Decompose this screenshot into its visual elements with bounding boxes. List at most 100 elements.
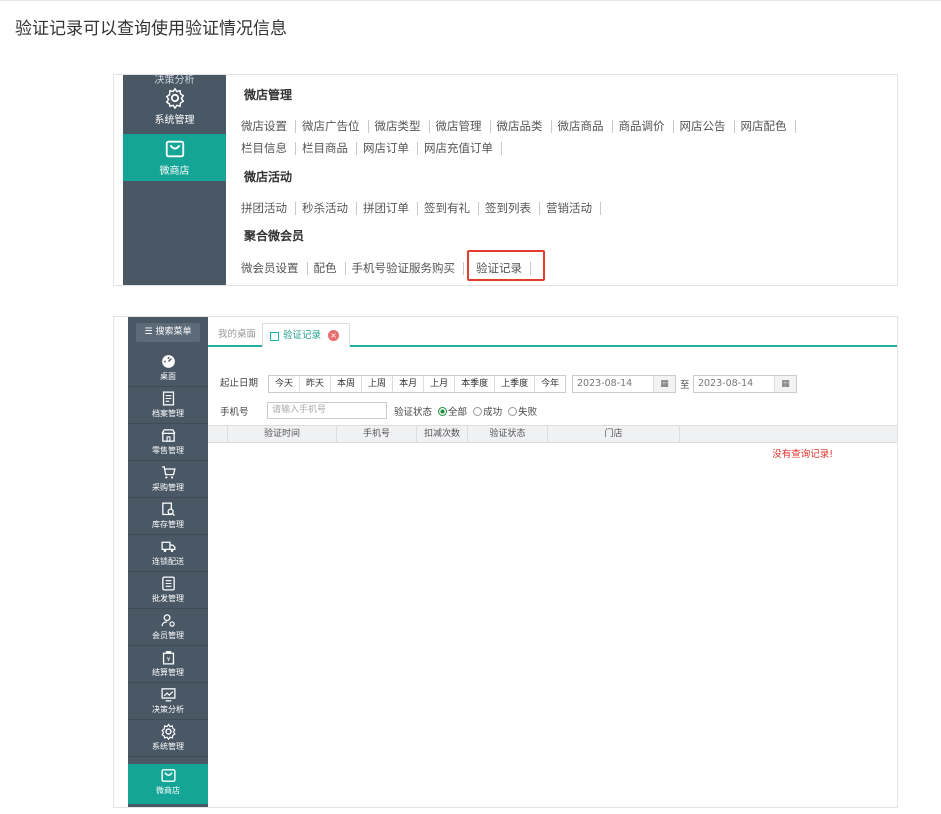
inventory-search-icon [161, 502, 175, 516]
sidebar-item-microshop[interactable]: 微商店 [123, 134, 226, 181]
sidebar-item-retail[interactable]: 零售管理 [128, 424, 208, 461]
sidebar-item-analysis[interactable]: 决策分析 [128, 683, 208, 720]
sidebar-item-desktop[interactable]: 桌面 [128, 350, 208, 387]
sidebar-item-system[interactable]: 系统管理 [123, 87, 226, 134]
menu-item[interactable]: 手机号验证服务购买 [346, 262, 464, 275]
sidebar-item-label: 系统管理 [152, 742, 184, 751]
quick-date-buttons: 今天 昨天 本周 上周 本月 上月 本季度 上季度 今年 [268, 375, 567, 393]
menu-item[interactable]: 签到列表 [479, 202, 540, 215]
radio-label[interactable]: 成功 [483, 407, 502, 418]
menu-item[interactable]: 拼团订单 [357, 202, 418, 215]
truck-icon [160, 541, 176, 553]
menu-item[interactable]: 营销活动 [540, 202, 601, 215]
sidebar-item-label: 微商店 [156, 786, 180, 795]
content-area: 我的桌面 验证记录 × 起止日期 今天 昨天 本周 上周 本月 上月 本季度 上… [208, 317, 897, 807]
column-header[interactable]: 验证时间 [228, 426, 337, 442]
calendar-icon[interactable]: ▦ [774, 376, 796, 392]
menu-item[interactable]: 网店公告 [674, 120, 735, 133]
sidebar-item-purchase[interactable]: 采购管理 [128, 461, 208, 498]
quick-date-button[interactable]: 本月 [393, 376, 425, 392]
date-to-field[interactable]: 2023-08-14 ▦ [693, 375, 797, 393]
date-to-value: 2023-08-14 [698, 378, 754, 389]
radio-fail[interactable] [508, 407, 518, 416]
top-divider [0, 0, 941, 1]
menu-item[interactable]: 微店设置 [241, 120, 296, 133]
page-caption: 验证记录可以查询使用验证情况信息 [15, 19, 287, 39]
search-menu-button[interactable]: ☰ 搜索菜单 [136, 323, 200, 342]
shop-bag-icon [160, 769, 176, 782]
tab-home[interactable]: 我的桌面 [218, 323, 256, 347]
menu-item[interactable]: 商品调价 [613, 120, 674, 133]
radio-label[interactable]: 全部 [448, 407, 467, 418]
quick-date-button[interactable]: 昨天 [300, 376, 332, 392]
menu-item[interactable]: 微店商品 [552, 120, 613, 133]
menu-item[interactable]: 网店充值订单 [418, 142, 502, 155]
svg-text:¥: ¥ [166, 657, 170, 663]
sidebar-item-label: 库存管理 [152, 520, 184, 529]
shop-bag-icon [165, 140, 184, 158]
status-filter: 验证状态 全部 成功 失败 [394, 404, 537, 418]
menu-item[interactable]: 网店配色 [735, 120, 796, 133]
sidebar-item-label: 结算管理 [152, 668, 184, 677]
quick-date-button[interactable]: 今年 [535, 376, 565, 392]
sidebar-item-cut: 决策分析 [154, 75, 195, 86]
member-icon [160, 614, 175, 627]
menu-item[interactable]: 微会员设置 [241, 262, 308, 275]
sidebar-item-system[interactable]: 系统管理 [128, 720, 208, 757]
highlight-box [467, 250, 545, 281]
menu-item[interactable]: 栏目商品 [296, 142, 357, 155]
gear-icon [160, 723, 176, 740]
sidebar-item-label: 采购管理 [152, 483, 184, 492]
chart-icon [160, 688, 176, 702]
radio-success[interactable] [473, 407, 483, 416]
column-header[interactable]: 手机号 [337, 426, 417, 442]
radio-label[interactable]: 失败 [518, 407, 537, 418]
date-range-label: 起止日期 [220, 378, 259, 389]
date-separator: 至 [680, 380, 690, 391]
section-title: 微店活动 [244, 170, 293, 184]
section-title: 微店管理 [244, 88, 293, 102]
wallet-icon: ¥ [162, 651, 174, 665]
column-header[interactable]: 门店 [548, 426, 680, 442]
sidebar-item-label: 档案管理 [152, 409, 184, 418]
verify-record-screenshot: ☰ 搜索菜单 桌面 档案管理 零售管理 采购管理 库存管理 连锁配送 批发管理 … [113, 316, 898, 808]
quick-date-button[interactable]: 本周 [331, 376, 363, 392]
menu-item[interactable]: 拼团活动 [241, 202, 296, 215]
sidebar-item-wholesale[interactable]: 批发管理 [128, 572, 208, 609]
sidebar-item-delivery[interactable]: 连锁配送 [128, 535, 208, 572]
quick-date-button[interactable]: 今天 [269, 376, 301, 392]
quick-date-button[interactable]: 本季度 [455, 376, 496, 392]
close-icon[interactable]: × [328, 330, 340, 341]
gear-icon [165, 87, 184, 109]
menu-item[interactable]: 签到有礼 [418, 202, 479, 215]
sidebar-item-label: 会员管理 [152, 631, 184, 640]
column-header[interactable]: 扣减次数 [417, 426, 468, 442]
wholesale-icon [161, 576, 175, 591]
sidebar-item-inventory[interactable]: 库存管理 [128, 498, 208, 535]
menu-item[interactable]: 微店类型 [369, 120, 430, 133]
phone-input[interactable]: 请输入手机号 [267, 402, 387, 419]
menu-item[interactable]: 配色 [308, 262, 346, 275]
quick-date-button[interactable]: 上季度 [495, 376, 536, 392]
list-icon [270, 332, 279, 341]
radio-all[interactable] [438, 407, 448, 416]
menu-item[interactable]: 微店管理 [430, 120, 491, 133]
sidebar-item-member[interactable]: 会员管理 [128, 609, 208, 646]
tab-verify-record[interactable]: 验证记录 × [262, 323, 351, 347]
main-sidebar: ☰ 搜索菜单 桌面 档案管理 零售管理 采购管理 库存管理 连锁配送 批发管理 … [128, 317, 208, 807]
column-header[interactable]: 验证状态 [468, 426, 548, 442]
sidebar-item-settlement[interactable]: ¥ 结算管理 [128, 646, 208, 683]
menu-item[interactable]: 微店品类 [491, 120, 552, 133]
quick-date-button[interactable]: 上周 [362, 376, 394, 392]
date-from-field[interactable]: 2023-08-14 ▦ [572, 375, 676, 393]
menu-item[interactable]: 栏目信息 [241, 142, 296, 155]
sidebar-item-microshop[interactable]: 微商店 [128, 764, 208, 804]
quick-date-button[interactable]: 上月 [424, 376, 456, 392]
menu-item[interactable]: 秒杀活动 [296, 202, 357, 215]
calendar-icon[interactable]: ▦ [653, 376, 675, 392]
sidebar-item-archive[interactable]: 档案管理 [128, 387, 208, 424]
menu-item[interactable]: 网店订单 [357, 142, 418, 155]
store-icon [161, 429, 175, 442]
menu-item[interactable]: 微店广告位 [296, 120, 369, 133]
menu-panel: 微店管理 微店设置 微店广告位 微店类型 微店管理 微店品类 微店商品 商品调价 网店公告 网店… [241, 75, 897, 285]
